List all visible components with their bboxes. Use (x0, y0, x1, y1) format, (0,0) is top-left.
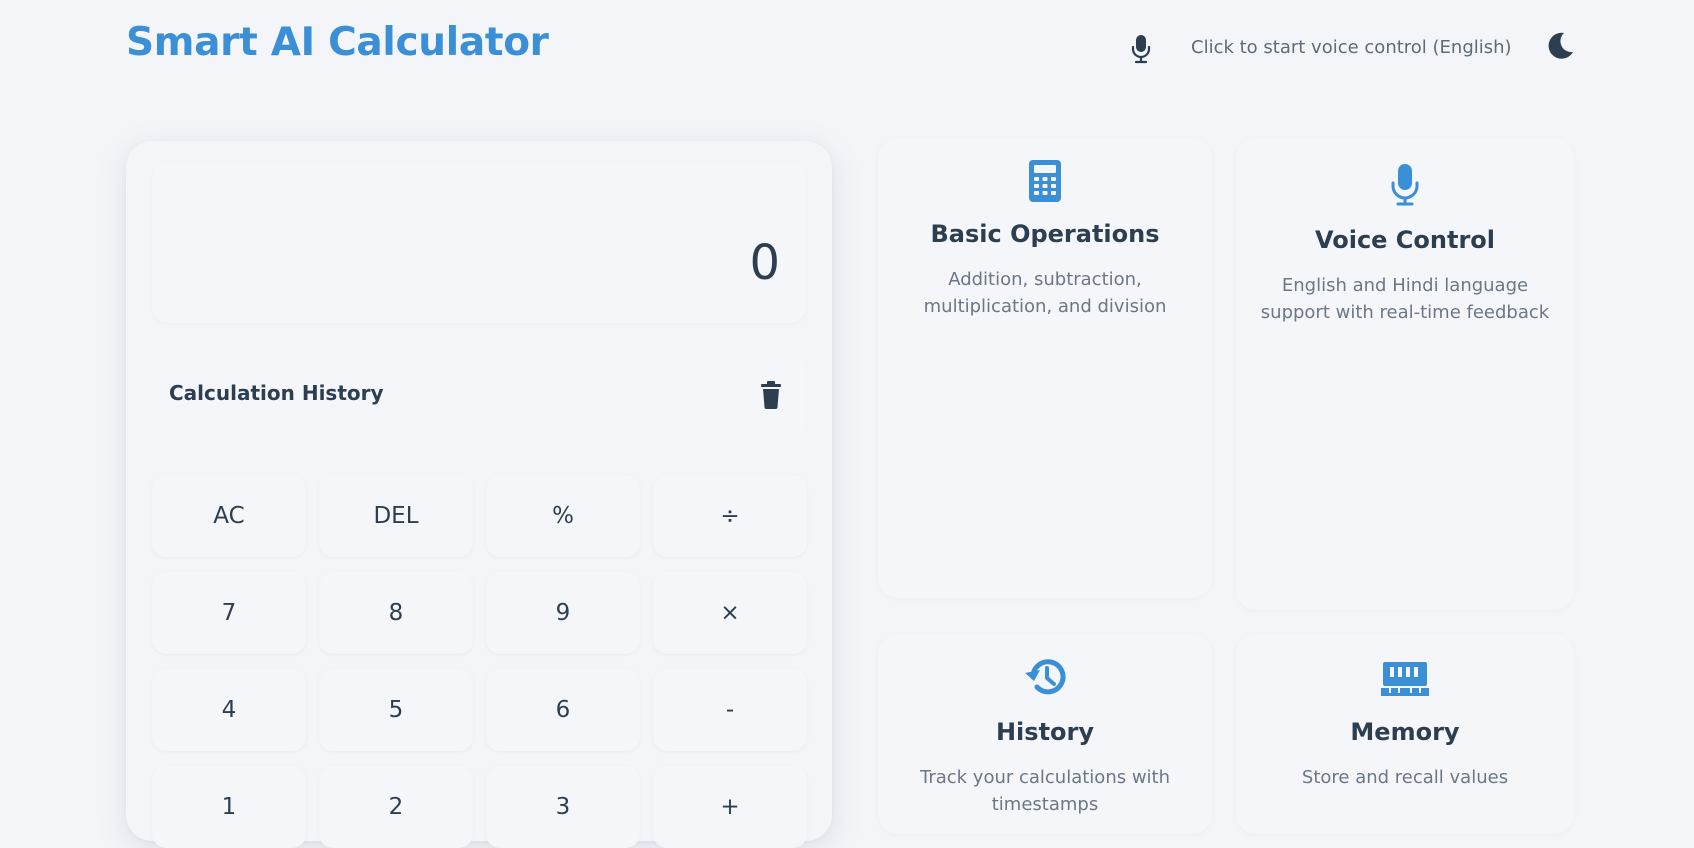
calculator-display: 0 (152, 163, 806, 323)
key-4[interactable]: 4 (152, 669, 306, 751)
calculator-icon (1029, 160, 1061, 206)
voice-status-text[interactable]: Click to start voice control (English) (1191, 37, 1512, 58)
calculation-history: Calculation History (152, 353, 806, 439)
key-subtract[interactable]: - (653, 669, 807, 751)
history-title: Calculation History (169, 381, 384, 405)
key-5[interactable]: 5 (319, 669, 473, 751)
key-divide[interactable]: ÷ (653, 475, 807, 557)
key-delete[interactable]: DEL (319, 475, 473, 557)
memory-icon (1381, 662, 1429, 700)
feature-title: Voice Control (1314, 226, 1496, 254)
feature-title: History (995, 718, 1095, 746)
key-percent[interactable]: % (486, 475, 640, 557)
feature-card-voice-control: Voice Control English and Hindi language… (1236, 138, 1574, 610)
key-1[interactable]: 1 (152, 766, 306, 848)
display-value: 0 (749, 235, 780, 291)
feature-card-history: History Track your calculations with tim… (878, 634, 1212, 834)
key-9[interactable]: 9 (486, 572, 640, 654)
feature-card-basic-operations: Basic Operations Addition, subtraction, … (878, 138, 1212, 598)
microphone-icon[interactable] (1130, 34, 1152, 64)
header: Smart AI Calculator Click to start voice… (0, 0, 1694, 96)
app-title: Smart AI Calculator (126, 20, 549, 65)
key-add[interactable]: + (653, 766, 807, 848)
key-all-clear[interactable]: AC (152, 475, 306, 557)
feature-description: Track your calculations with timestamps (919, 767, 1171, 815)
feature-title: Memory (1350, 718, 1460, 746)
key-6[interactable]: 6 (486, 669, 640, 751)
key-7[interactable]: 7 (152, 572, 306, 654)
history-icon (1023, 656, 1067, 702)
feature-title: Basic Operations (930, 220, 1160, 248)
feature-description: English and Hindi language support with … (1260, 275, 1550, 323)
calculator-card: 0 Calculation History AC DEL% ÷ 7 8 9 × 4 5 6- 1 2 3… (126, 141, 832, 848)
key-3[interactable]: 3 (486, 766, 640, 848)
trash-icon[interactable] (760, 381, 782, 409)
feature-description: Addition, subtraction, multiplication, a… (923, 269, 1167, 317)
microphone-icon (1390, 164, 1420, 210)
feature-description: Store and recall values (1301, 767, 1509, 788)
key-2[interactable]: 2 (319, 766, 473, 848)
feature-card-memory: Memory Store and recall values (1236, 634, 1574, 834)
key-8[interactable]: 8 (319, 572, 473, 654)
key-multiply[interactable]: × (653, 572, 807, 654)
moon-icon[interactable] (1544, 30, 1576, 62)
